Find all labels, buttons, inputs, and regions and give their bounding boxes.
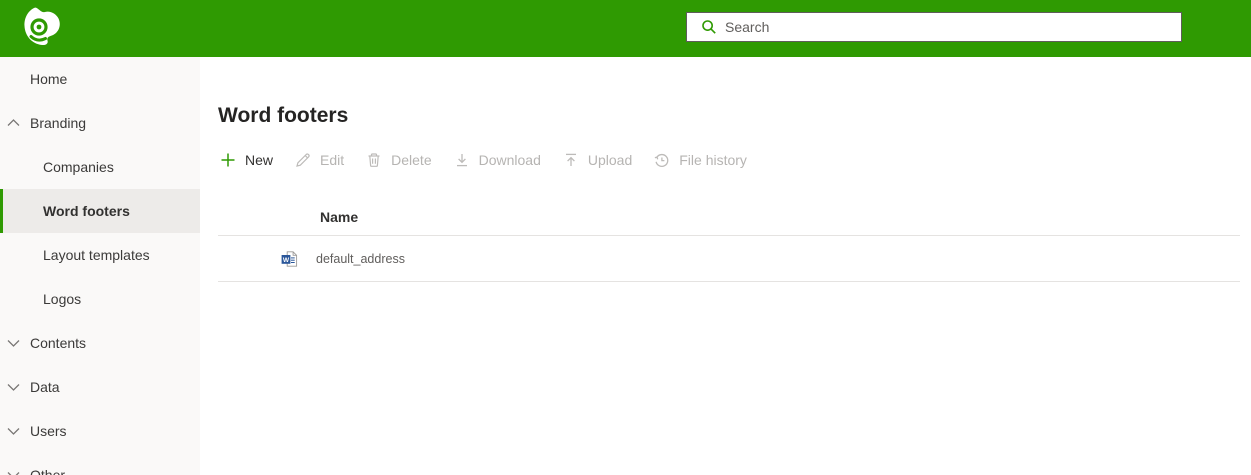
toolbar-button-label: New [245, 152, 273, 168]
sidebar-item-label: Users [30, 423, 67, 439]
main-content: Word footers New Edit Delete Download Upload… [200, 57, 1251, 475]
sidebar-item-data[interactable]: Data [0, 365, 200, 409]
file-name: default_address [316, 252, 405, 266]
sidebar-item-logos[interactable]: Logos [0, 277, 200, 321]
chevron-down-icon [7, 338, 20, 348]
sidebar-item-users[interactable]: Users [0, 409, 200, 453]
column-header-name[interactable]: Name [320, 209, 358, 225]
plus-icon [220, 152, 236, 168]
toolbar: New Edit Delete Download Upload File history [216, 145, 1251, 175]
delete-button: Delete [362, 145, 435, 175]
sidebar-item-label: Other [30, 467, 65, 475]
toolbar-button-label: Download [479, 152, 541, 168]
toolbar-button-label: File history [679, 152, 747, 168]
word-file-icon: W [281, 251, 299, 267]
sidebar-item-companies[interactable]: Companies [0, 145, 200, 189]
new-button[interactable]: New [216, 145, 277, 175]
sidebar-item-label: Logos [43, 291, 81, 307]
sidebar-item-layout-templates[interactable]: Layout templates [0, 233, 200, 277]
chameleon-logo-icon[interactable] [20, 6, 66, 52]
file-history-icon [654, 152, 670, 168]
pencil-icon [295, 152, 311, 168]
chevron-down-icon [7, 426, 20, 436]
svg-text:W: W [283, 256, 290, 263]
file-history-button: File history [650, 145, 751, 175]
edit-button: Edit [291, 145, 348, 175]
sidebar-item-other[interactable]: Other [0, 453, 200, 475]
top-bar [0, 0, 1251, 57]
chevron-down-icon [7, 382, 20, 392]
search-box [686, 12, 1182, 42]
search-input[interactable] [725, 13, 1181, 41]
page-title: Word footers [218, 103, 1251, 129]
sidebar-item-label: Word footers [43, 203, 130, 219]
sidebar-item-home[interactable]: Home [0, 57, 200, 101]
trash-icon [366, 152, 382, 168]
sidebar-item-label: Branding [30, 115, 86, 131]
download-button: Download [450, 145, 545, 175]
table-header: Name [218, 199, 1240, 236]
sidebar-item-label: Contents [30, 335, 86, 351]
chevron-up-icon [7, 118, 20, 128]
toolbar-button-label: Edit [320, 152, 344, 168]
search-icon [701, 19, 717, 35]
sidebar-item-word-footers[interactable]: Word footers [0, 189, 200, 233]
toolbar-button-label: Upload [588, 152, 632, 168]
sidebar-item-label: Data [30, 379, 60, 395]
download-icon [454, 152, 470, 168]
sidebar-item-label: Layout templates [43, 247, 150, 263]
sidebar-item-branding[interactable]: Branding [0, 101, 200, 145]
chevron-down-icon [7, 470, 20, 475]
upload-icon [563, 152, 579, 168]
sidebar-item-label: Companies [43, 159, 114, 175]
sidebar-item-contents[interactable]: Contents [0, 321, 200, 365]
sidebar: Home Branding Companies Word footers Layout … [0, 57, 200, 475]
upload-button: Upload [559, 145, 636, 175]
files-table: Name Wdefault_address [218, 199, 1240, 282]
toolbar-button-label: Delete [391, 152, 431, 168]
sidebar-item-label: Home [30, 71, 67, 87]
table-row[interactable]: Wdefault_address [218, 236, 1240, 282]
